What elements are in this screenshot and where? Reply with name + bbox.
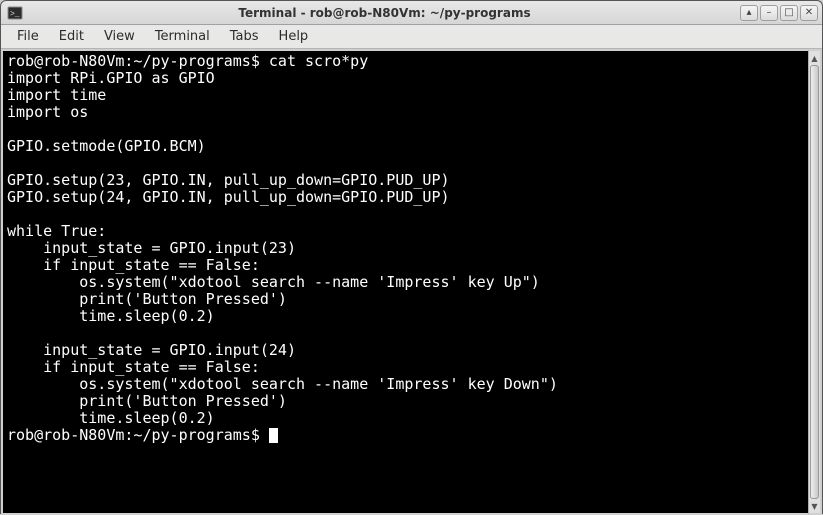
- window-stick-button[interactable]: ▴: [740, 5, 758, 21]
- output-line: import os: [7, 103, 88, 121]
- scroll-up-icon[interactable]: ▲: [809, 51, 820, 65]
- menu-help[interactable]: Help: [269, 27, 319, 46]
- window-title: Terminal - rob@rob-N80Vm: ~/py-programs: [29, 6, 740, 20]
- prompt: rob@rob-N80Vm:~/py-programs$: [7, 426, 269, 444]
- window-minimize-button[interactable]: –: [760, 5, 778, 21]
- output-line: print('Button Pressed'): [7, 290, 287, 308]
- output-line: input_state = GPIO.input(24): [7, 341, 296, 359]
- output-line: time.sleep(0.2): [7, 409, 215, 427]
- output-line: print('Button Pressed'): [7, 392, 287, 410]
- window-maximize-button[interactable]: □: [780, 5, 798, 21]
- scrollbar-thumb[interactable]: [810, 65, 819, 499]
- output-line: GPIO.setmode(GPIO.BCM): [7, 137, 206, 155]
- menu-file[interactable]: File: [7, 27, 49, 46]
- command: cat scro*py: [269, 52, 368, 70]
- output-line: while True:: [7, 222, 106, 240]
- menu-tabs[interactable]: Tabs: [220, 27, 269, 46]
- output-line: os.system("xdotool search --name 'Impres…: [7, 375, 558, 393]
- output-line: if input_state == False:: [7, 256, 260, 274]
- output-line: GPIO.setup(24, GPIO.IN, pull_up_down=GPI…: [7, 188, 450, 206]
- scroll-down-icon[interactable]: ▼: [809, 499, 820, 513]
- menu-edit[interactable]: Edit: [49, 27, 94, 46]
- terminal-app-icon: >_: [7, 5, 23, 21]
- svg-text:>_: >_: [10, 10, 20, 19]
- output-line: GPIO.setup(23, GPIO.IN, pull_up_down=GPI…: [7, 171, 450, 189]
- output-line: import time: [7, 86, 106, 104]
- cursor-block: [269, 428, 278, 443]
- output-line: time.sleep(0.2): [7, 307, 215, 325]
- menu-terminal[interactable]: Terminal: [145, 27, 220, 46]
- prompt: rob@rob-N80Vm:~/py-programs$: [7, 52, 269, 70]
- output-line: input_state = GPIO.input(23): [7, 239, 296, 257]
- vertical-scrollbar[interactable]: ▲ ▼: [808, 49, 822, 515]
- terminal-area: rob@rob-N80Vm:~/py-programs$ cat scro*py…: [1, 49, 822, 515]
- menu-view[interactable]: View: [94, 27, 145, 46]
- menubar: File Edit View Terminal Tabs Help: [1, 25, 822, 49]
- window-controls: ▴ – □ ✕: [740, 5, 818, 21]
- output-line: if input_state == False:: [7, 358, 260, 376]
- output-line: os.system("xdotool search --name 'Impres…: [7, 273, 540, 291]
- window-titlebar: >_ Terminal - rob@rob-N80Vm: ~/py-progra…: [1, 1, 822, 25]
- terminal-content[interactable]: rob@rob-N80Vm:~/py-programs$ cat scro*py…: [1, 49, 808, 515]
- output-line: import RPi.GPIO as GPIO: [7, 69, 215, 87]
- window-close-button[interactable]: ✕: [800, 5, 818, 21]
